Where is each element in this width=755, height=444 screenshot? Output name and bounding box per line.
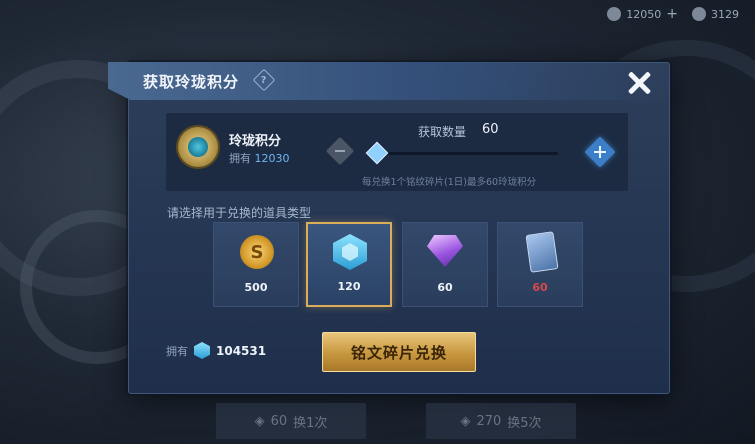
exchange-button[interactable]: 铭文碎片兑换	[322, 332, 476, 372]
crystal-icon: ◈	[254, 413, 265, 429]
item-card-card[interactable]: 60	[497, 222, 583, 307]
item-qty: 120	[337, 280, 361, 293]
dialog-title: 获取玲珑积分	[143, 73, 240, 91]
bottom-owned-label: 拥有	[166, 344, 188, 358]
linglong-points-icon	[178, 127, 218, 167]
item-qty: 60	[437, 281, 453, 294]
owned-label: 拥有	[229, 152, 251, 165]
quantity-value: 60	[482, 122, 499, 137]
quantity-label: 获取数量	[418, 125, 467, 139]
buy-once-button[interactable]: ◈ 60 换1次	[216, 403, 366, 439]
item-card-crystal[interactable]: 120	[306, 222, 392, 307]
owned-value: 12030	[254, 152, 290, 165]
buy-once-label: 换1次	[293, 415, 328, 431]
choose-item-label: 请选择用于兑换的道具类型	[167, 206, 312, 220]
quantity-slider-track[interactable]	[378, 152, 558, 155]
add-resource-icon[interactable]: +	[666, 6, 678, 22]
currency-owned: 拥有 12030	[229, 150, 290, 166]
item-card-gold[interactable]: S 500	[213, 222, 299, 307]
buy-five-button[interactable]: ◈ 270 换5次	[426, 403, 576, 439]
buy-once-cost: 60	[270, 413, 288, 429]
currency-name: 玲珑积分	[229, 134, 282, 149]
resource-1: 12050 +	[607, 6, 678, 22]
crystal-owned-value: 104531	[216, 343, 267, 358]
coin-icon	[607, 7, 622, 21]
gold-coin-icon: S	[240, 235, 274, 269]
exchange-hint: 每兑换1个铭纹碎片(1日)最多60玲珑积分	[362, 177, 537, 188]
resource-2-value: 3129	[711, 7, 739, 21]
top-resource-bar: 12050 + 3129	[495, 0, 755, 28]
crystal-icon: ◈	[460, 413, 471, 429]
buy-five-cost: 270	[476, 413, 502, 429]
token-icon	[692, 7, 706, 21]
item-qty: 60	[532, 281, 548, 294]
crystal-icon	[333, 234, 367, 270]
resource-2: 3129	[692, 7, 739, 21]
item-card-gem[interactable]: 60	[402, 222, 488, 307]
crystal-owned: 拥有 104531	[166, 342, 266, 359]
buy-five-label: 换5次	[507, 415, 542, 431]
gem-icon	[427, 235, 463, 267]
crystal-icon	[194, 342, 210, 359]
resource-1-value: 12050	[626, 7, 662, 21]
close-button[interactable]	[624, 68, 654, 98]
item-qty: 500	[244, 281, 268, 294]
card-icon	[525, 231, 559, 273]
